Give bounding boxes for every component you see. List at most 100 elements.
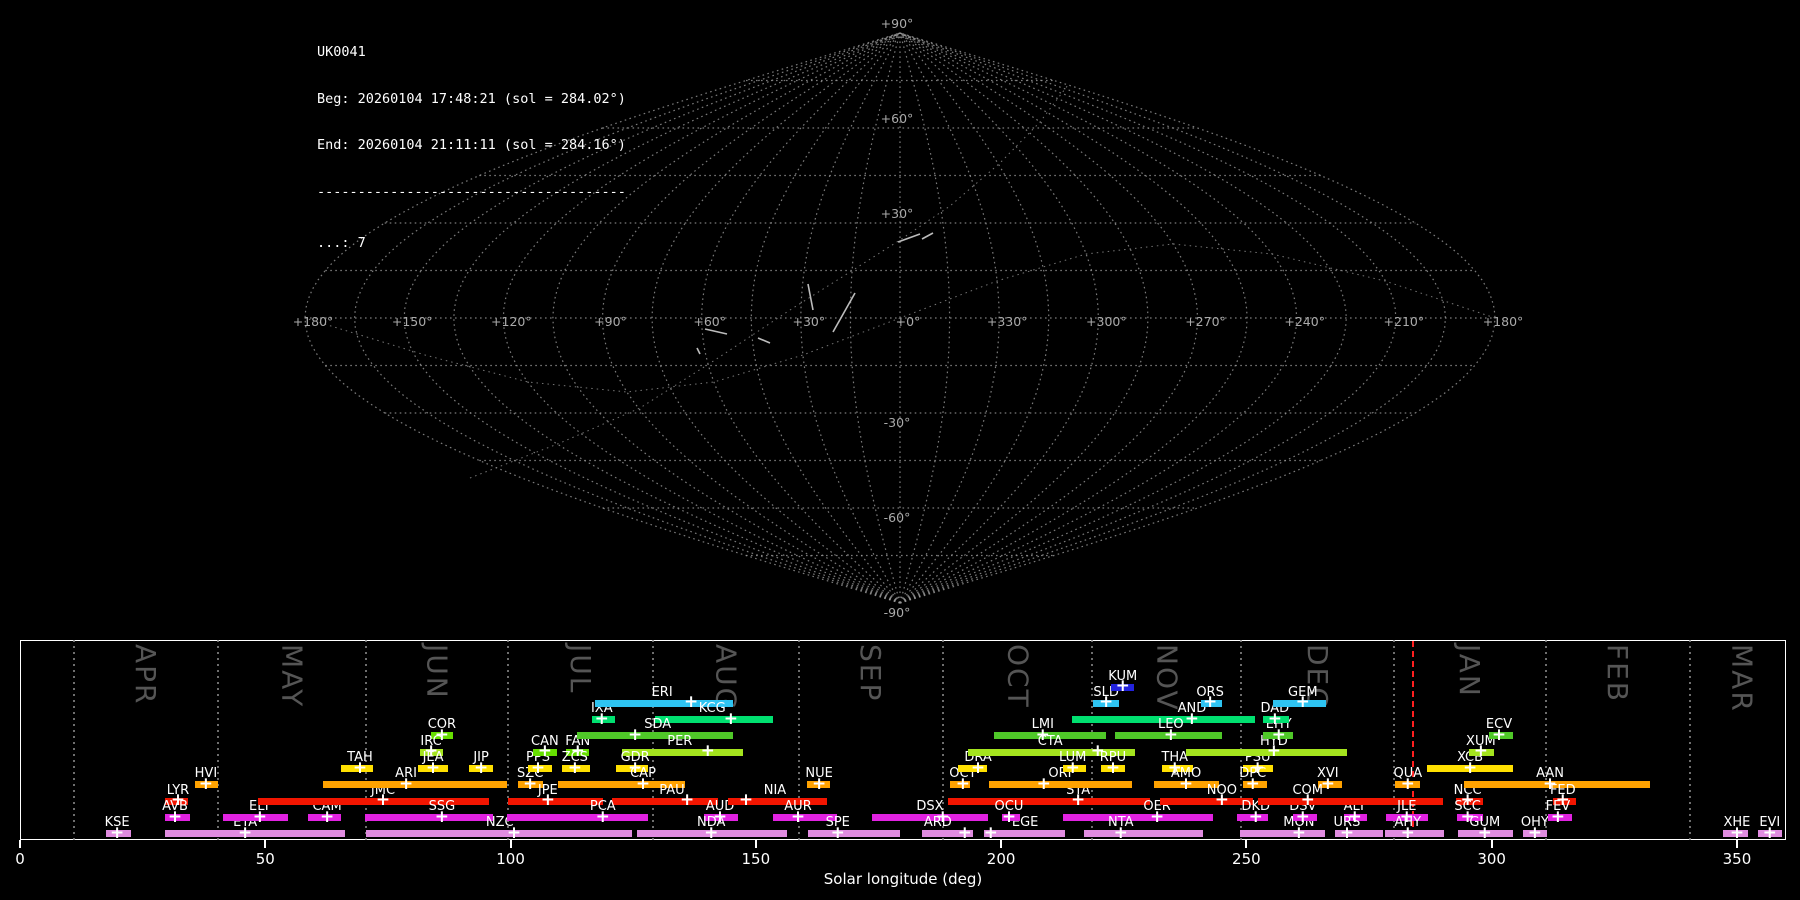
- shower-bar-noo: [1160, 797, 1253, 805]
- sky-lon-label: +150°: [392, 314, 433, 329]
- month-boundary-line: [1091, 640, 1094, 840]
- month-boundary-line: [1392, 640, 1395, 840]
- sky-lat-label: -60°: [884, 510, 911, 525]
- shower-peak-marker: +: [1462, 757, 1478, 778]
- shower-bar-oer: [1062, 814, 1214, 822]
- shower-bar-jpe: [508, 797, 603, 805]
- shower-peak-marker: +: [1473, 741, 1488, 762]
- shower-peak-marker: +: [110, 823, 125, 844]
- sky-lon-label: +240°: [1284, 314, 1325, 329]
- shower-label-cta: CTA: [1037, 733, 1063, 749]
- sky-lon-label: +60°: [693, 314, 726, 329]
- sky-lon-label: +330°: [987, 314, 1028, 329]
- shower-peak-marker: +: [1036, 774, 1051, 795]
- month-boundary-line: [216, 640, 219, 840]
- shower-peak-marker: +: [1762, 823, 1777, 844]
- x-axis-tick-label: 150: [741, 850, 771, 868]
- shower-peak-marker: +: [704, 823, 719, 844]
- shower-label-kcg: KCG: [698, 701, 726, 717]
- shower-peak-marker: +: [540, 790, 555, 811]
- shower-peak-marker: +: [473, 757, 489, 778]
- shower-peak-marker: +: [1291, 823, 1306, 844]
- meteor-trail: [897, 233, 921, 243]
- shower-peak-marker: +: [970, 757, 986, 778]
- end-time-line: End: 20260104 21:11:11 (sol = 284.16°): [317, 137, 626, 153]
- shower-peak-marker: +: [1245, 774, 1260, 795]
- shower-bar-nzc: [365, 830, 632, 838]
- month-label-apr: APR: [129, 644, 163, 706]
- sky-lon-label: +120°: [491, 314, 532, 329]
- shower-bar-kcg: [654, 716, 773, 724]
- shower-peak-marker: +: [375, 790, 391, 811]
- sky-lon-label: +180°: [1483, 314, 1524, 329]
- shower-peak-marker: +: [567, 757, 582, 778]
- shower-peak-marker: +: [680, 790, 695, 811]
- shower-peak-marker: +: [425, 757, 441, 778]
- shower-peak-marker: +: [530, 757, 546, 778]
- sky-lon-label: +180°: [293, 314, 334, 329]
- x-axis-title: Solar longitude (deg): [823, 870, 983, 888]
- shower-peak-marker: +: [811, 774, 827, 795]
- shower-peak-marker: +: [198, 774, 214, 795]
- shower-bar-pau: [612, 797, 719, 805]
- month-label-jul: JUL: [564, 644, 598, 695]
- x-axis-tick-label: 200: [986, 850, 1016, 868]
- shower-peak-marker: +: [1105, 757, 1121, 778]
- shower-peak-marker: +: [434, 806, 449, 827]
- x-axis-tick: [754, 840, 757, 848]
- shower-bar-nta: [1084, 830, 1204, 838]
- shower-peak-marker: +: [1527, 823, 1542, 844]
- shower-label-per: PER: [667, 733, 693, 749]
- shower-peak-marker: +: [1339, 823, 1355, 844]
- shower-peak-marker: +: [1295, 692, 1310, 713]
- x-axis-tick: [1000, 840, 1003, 848]
- shower-peak-marker: +: [398, 774, 414, 795]
- shower-peak-marker: +: [1477, 823, 1492, 844]
- sky-lat-label: +60°: [881, 111, 914, 126]
- shower-peak-marker: +: [595, 806, 610, 827]
- shower-peak-marker: +: [830, 823, 845, 844]
- shower-peak-marker: +: [1115, 676, 1130, 697]
- sky-lon-label: +30°: [793, 314, 826, 329]
- month-label-may: MAY: [275, 644, 309, 709]
- x-axis-tick-label: 350: [1722, 850, 1752, 868]
- shower-peak-marker: +: [1295, 806, 1310, 827]
- sky-lon-label: +210°: [1384, 314, 1425, 329]
- shower-label-nia: NIA: [763, 782, 787, 798]
- shower-peak-marker: +: [1491, 725, 1507, 746]
- shower-peak-marker: +: [1202, 692, 1218, 713]
- month-label-oct: OCT: [1001, 644, 1035, 709]
- shower-peak-marker: +: [1001, 806, 1017, 827]
- shower-peak-marker: +: [628, 725, 643, 746]
- meteor-trail: [757, 337, 771, 344]
- shower-bar-eta: [165, 830, 345, 838]
- x-axis-tick-label: 300: [1477, 850, 1506, 868]
- month-boundary-line: [507, 640, 510, 840]
- shower-bar-ssg: [364, 814, 493, 822]
- app-window: { "header": { "station": "UK0041", "beg_…: [0, 0, 1800, 900]
- shower-peak-marker: +: [723, 708, 738, 729]
- x-axis-tick: [264, 840, 267, 848]
- shower-peak-marker: +: [635, 774, 651, 795]
- shower-peak-marker: +: [1178, 774, 1194, 795]
- month-label-feb: FEB: [1601, 644, 1635, 704]
- shower-peak-marker: +: [523, 774, 538, 795]
- meteor-trail: [696, 347, 701, 355]
- shower-bar-ori: [988, 781, 1133, 789]
- x-axis-tick: [19, 840, 21, 848]
- shower-bar-sta: [948, 797, 1150, 805]
- sky-lat-label: +90°: [881, 16, 914, 31]
- sky-lon-label: +0°: [896, 314, 921, 329]
- shower-peak-marker: +: [1065, 757, 1080, 778]
- shower-peak-marker: +: [238, 823, 253, 844]
- sky-meridian: [899, 32, 1447, 604]
- shower-peak-marker: +: [955, 774, 970, 795]
- shower-peak-marker: +: [1267, 708, 1282, 729]
- shower-peak-marker: +: [537, 741, 553, 762]
- shower-peak-marker: +: [738, 790, 754, 811]
- shower-bar-pca: [507, 814, 648, 822]
- observation-info-block: UK0041 Beg: 20260104 17:48:21 (sol = 284…: [317, 14, 626, 283]
- shower-peak-marker: +: [352, 757, 368, 778]
- x-axis-tick-label: 50: [255, 850, 275, 868]
- month-boundary-line: [72, 640, 75, 840]
